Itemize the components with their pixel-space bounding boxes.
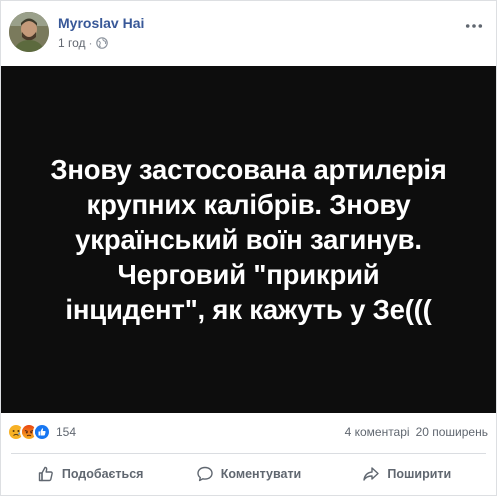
more-options-button[interactable] [464, 16, 484, 36]
post-image[interactable]: Знову застосована артилерія крупних калі… [1, 66, 496, 413]
comment-button-label: Коментувати [220, 466, 302, 481]
post-actions: Подобається Коментувати Поширити [11, 453, 486, 489]
post-time[interactable]: 1 год [58, 36, 86, 50]
meta-separator: · [88, 36, 93, 50]
post-header: Myroslav Hai 1 год · [9, 12, 488, 54]
comments-count-link[interactable]: 4 коментарі [345, 425, 410, 439]
like-button[interactable]: Подобається [11, 454, 169, 489]
comment-icon [197, 466, 213, 481]
share-icon [363, 466, 380, 481]
shares-count-link[interactable]: 20 поширень [416, 425, 488, 439]
like-button-label: Подобається [61, 466, 144, 481]
engagement-counts: 4 коментарі 20 поширень [345, 425, 488, 439]
share-button[interactable]: Поширити [328, 454, 486, 489]
post-meta: 1 год · [58, 36, 108, 50]
reactions-bar: 154 4 коментарі 20 поширень [7, 421, 488, 443]
like-reaction-icon [33, 423, 51, 441]
comment-button[interactable]: Коментувати [169, 454, 327, 489]
globe-icon[interactable] [95, 37, 108, 49]
more-dots-icon [465, 24, 483, 28]
reaction-icons[interactable] [7, 423, 51, 441]
post-card: Myroslav Hai 1 год · Знову застосована а… [0, 0, 497, 496]
author-avatar[interactable] [9, 12, 49, 52]
thumbs-up-icon [38, 466, 53, 481]
author-name[interactable]: Myroslav Hai [58, 15, 144, 31]
image-caption-text: Знову застосована артилерія крупних калі… [50, 154, 447, 325]
reaction-count[interactable]: 154 [56, 425, 76, 439]
share-button-label: Поширити [387, 466, 452, 481]
